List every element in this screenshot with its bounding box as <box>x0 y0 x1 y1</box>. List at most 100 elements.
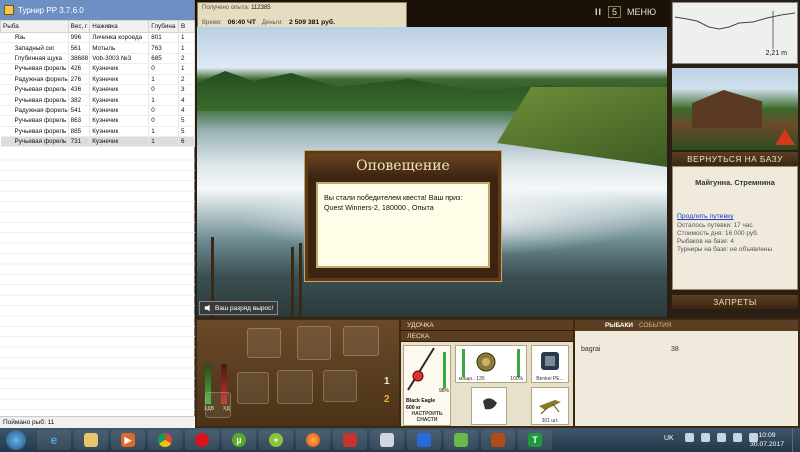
base-info: Майгунна. Стремнина Продлить путевку Ост… <box>672 166 798 290</box>
rod-slot-1[interactable]: 1 <box>384 376 390 387</box>
rod-slot-2[interactable]: 2 <box>384 394 390 405</box>
internet-explorer-icon: e <box>50 433 58 447</box>
table-row-selected[interactable]: Ручьевая форель 731 Кузнечик 1 6 <box>0 136 195 148</box>
cell-bait: Личинка короеда <box>89 32 150 44</box>
language-indicator[interactable]: UK <box>664 435 674 442</box>
table-row[interactable]: Ручьевая форель 885 Кузнечик 1 5 <box>0 126 195 137</box>
column-header-bait[interactable]: Наживка <box>89 20 150 33</box>
start-button[interactable] <box>6 430 26 450</box>
menu-button[interactable]: МЕНЮ <box>627 7 656 17</box>
taskbar-turnir[interactable]: T <box>518 430 552 450</box>
bucket-icon[interactable] <box>323 370 357 402</box>
cell-depth: 801 <box>148 32 180 44</box>
taskbar-media[interactable]: ▶ <box>111 430 145 450</box>
cell-depth: 763 <box>148 42 180 54</box>
rod-3[interactable] <box>299 243 302 317</box>
table-row[interactable]: Язь 996 Личинка короеда 801 1 <box>0 32 195 44</box>
gear-inventory: ХДВ ХД 1 2 <box>197 320 399 426</box>
network-icon[interactable] <box>717 433 726 442</box>
table-row[interactable]: Глубинная щука 38688 Vob-3003 №3 685 2 <box>0 53 195 65</box>
landing-net-icon[interactable] <box>297 326 331 360</box>
list-item[interactable]: bagrai 38 <box>581 346 791 353</box>
taskbar-app-blue[interactable] <box>407 430 441 450</box>
taskbar-plus[interactable]: + <box>259 430 293 450</box>
bait-count: 301 шт. <box>541 418 559 424</box>
table-row[interactable]: Радужная форель 541 Кузнечик 0 4 <box>0 105 195 117</box>
column-header-v[interactable]: В <box>178 20 195 33</box>
jacket-icon[interactable] <box>277 370 313 404</box>
column-header-depth[interactable]: Глубина <box>148 20 180 33</box>
line-spool-cell[interactable]: Benkei PE... <box>531 345 569 383</box>
table-row[interactable]: Ручьевая форель 436 Кузнечик 0 3 <box>0 84 195 96</box>
cell-v: 1 <box>178 63 195 75</box>
notification-dialog[interactable]: Оповещение Вы стали победителем квеста! … <box>305 151 501 281</box>
scoreboard-tabs: РЫБАКИ СОБЫТИЯ <box>575 320 798 331</box>
tournament-titlebar[interactable]: Турнир РР 3.7.6.0 <box>0 0 194 20</box>
cell-weight: 996 <box>68 32 91 44</box>
pot-icon[interactable] <box>205 392 231 418</box>
bait-cell[interactable]: 301 шт. <box>531 387 569 425</box>
taskbar-chrome[interactable] <box>148 430 182 450</box>
taskbar-app-rr[interactable] <box>481 430 515 450</box>
tray-arrow-icon[interactable] <box>685 433 694 442</box>
cell-v: 5 <box>178 115 195 127</box>
hook-cell[interactable] <box>471 387 507 425</box>
hook-icon <box>483 398 497 410</box>
player-points: 38 <box>671 346 679 353</box>
clock[interactable]: 10:09 30.07.2017 <box>750 431 784 449</box>
table-row[interactable]: Ручьевая форель 426 Кузнечик 0 1 <box>0 63 195 75</box>
taskbar-firefox[interactable] <box>296 430 330 450</box>
fishing-scene[interactable]: Ваш разряд вырос! Оповещение Вы стали по… <box>197 27 667 317</box>
tab-line[interactable]: ЛЕСКА <box>401 331 573 342</box>
cell-fish: Ручьевая форель <box>0 115 69 127</box>
cell-bait: Кузнечик <box>89 84 150 96</box>
taskbar-app-red[interactable] <box>333 430 367 450</box>
taskbar-ie[interactable]: e <box>37 430 71 450</box>
opera-icon <box>195 433 209 447</box>
app-icon <box>4 5 14 15</box>
bans-button[interactable]: ЗАПРЕТЫ <box>672 295 798 309</box>
taskbar-utorrent[interactable]: µ <box>222 430 256 450</box>
tackle-box-icon[interactable] <box>247 328 281 358</box>
table-row[interactable]: Радужная форель 276 Кузнечик 1 2 <box>0 74 195 85</box>
pause-button[interactable]: II <box>595 7 602 17</box>
cell-fish: Язь <box>0 32 69 44</box>
column-header-weight[interactable]: Вес, г <box>67 20 91 33</box>
lodge <box>692 90 762 128</box>
tray-app-icon[interactable] <box>701 433 710 442</box>
cell-v: 4 <box>178 94 195 106</box>
app-red-icon <box>343 433 357 447</box>
tab-fishers[interactable]: РЫБАКИ <box>605 320 633 331</box>
boots-icon[interactable] <box>237 372 269 404</box>
day-cost: Стоимость дня: 16 000 руб. <box>677 230 759 237</box>
setup-tackle-button[interactable]: НАСТРОИТЬ СНАСТИ <box>404 411 450 423</box>
show-desktop-button[interactable] <box>792 428 800 452</box>
status-bar: Поймано рыб: 11 <box>0 416 195 428</box>
bottom-panel: ХДВ ХД 1 2 УДОЧКА ЛЕСКА 98% Black Eagle … <box>195 318 800 428</box>
rod-cell[interactable]: 98% Black Eagle 600 кг НАСТРОИТЬ СНАСТИ <box>403 345 451 426</box>
slot-indicator[interactable]: 5 <box>608 6 622 18</box>
column-header-fish[interactable]: Рыба <box>0 20 69 33</box>
taskbar-game[interactable] <box>444 430 478 450</box>
net-keeper-icon[interactable] <box>343 326 379 356</box>
menu-area: II 5 МЕНЮ <box>595 6 656 18</box>
location-marker-icon <box>775 129 795 145</box>
depth-map[interactable]: 2,21 m <box>672 2 798 64</box>
volume-icon[interactable] <box>733 433 742 442</box>
tournaments: Турниры на базе: не объявлены <box>677 246 773 253</box>
table-row[interactable]: Западный сиг 561 Мотыль 763 1 <box>0 42 195 54</box>
return-to-base-button[interactable]: ВЕРНУТЬСЯ НА БАЗУ <box>672 152 798 166</box>
taskbar-explorer[interactable] <box>74 430 108 450</box>
tab-rod[interactable]: УДОЧКА <box>401 320 573 331</box>
extend-trip-link[interactable]: Продлить путевку <box>677 213 793 220</box>
table-row[interactable]: Ручьевая форель 382 Кузнечик 1 4 <box>0 94 195 106</box>
table-row[interactable]: Ручьевая форель 863 Кузнечик 0 5 <box>0 115 195 127</box>
taskbar-opera[interactable] <box>185 430 219 450</box>
grasshopper-icon <box>539 400 561 415</box>
reel-cell[interactable]: мощн.: 135 100% <box>455 345 527 383</box>
tab-events[interactable]: СОБЫТИЯ <box>639 320 671 331</box>
taskbar-app-doc[interactable] <box>370 430 404 450</box>
cell-v: 4 <box>178 105 195 117</box>
base-photo[interactable] <box>672 68 798 150</box>
rod-2[interactable] <box>291 247 294 317</box>
